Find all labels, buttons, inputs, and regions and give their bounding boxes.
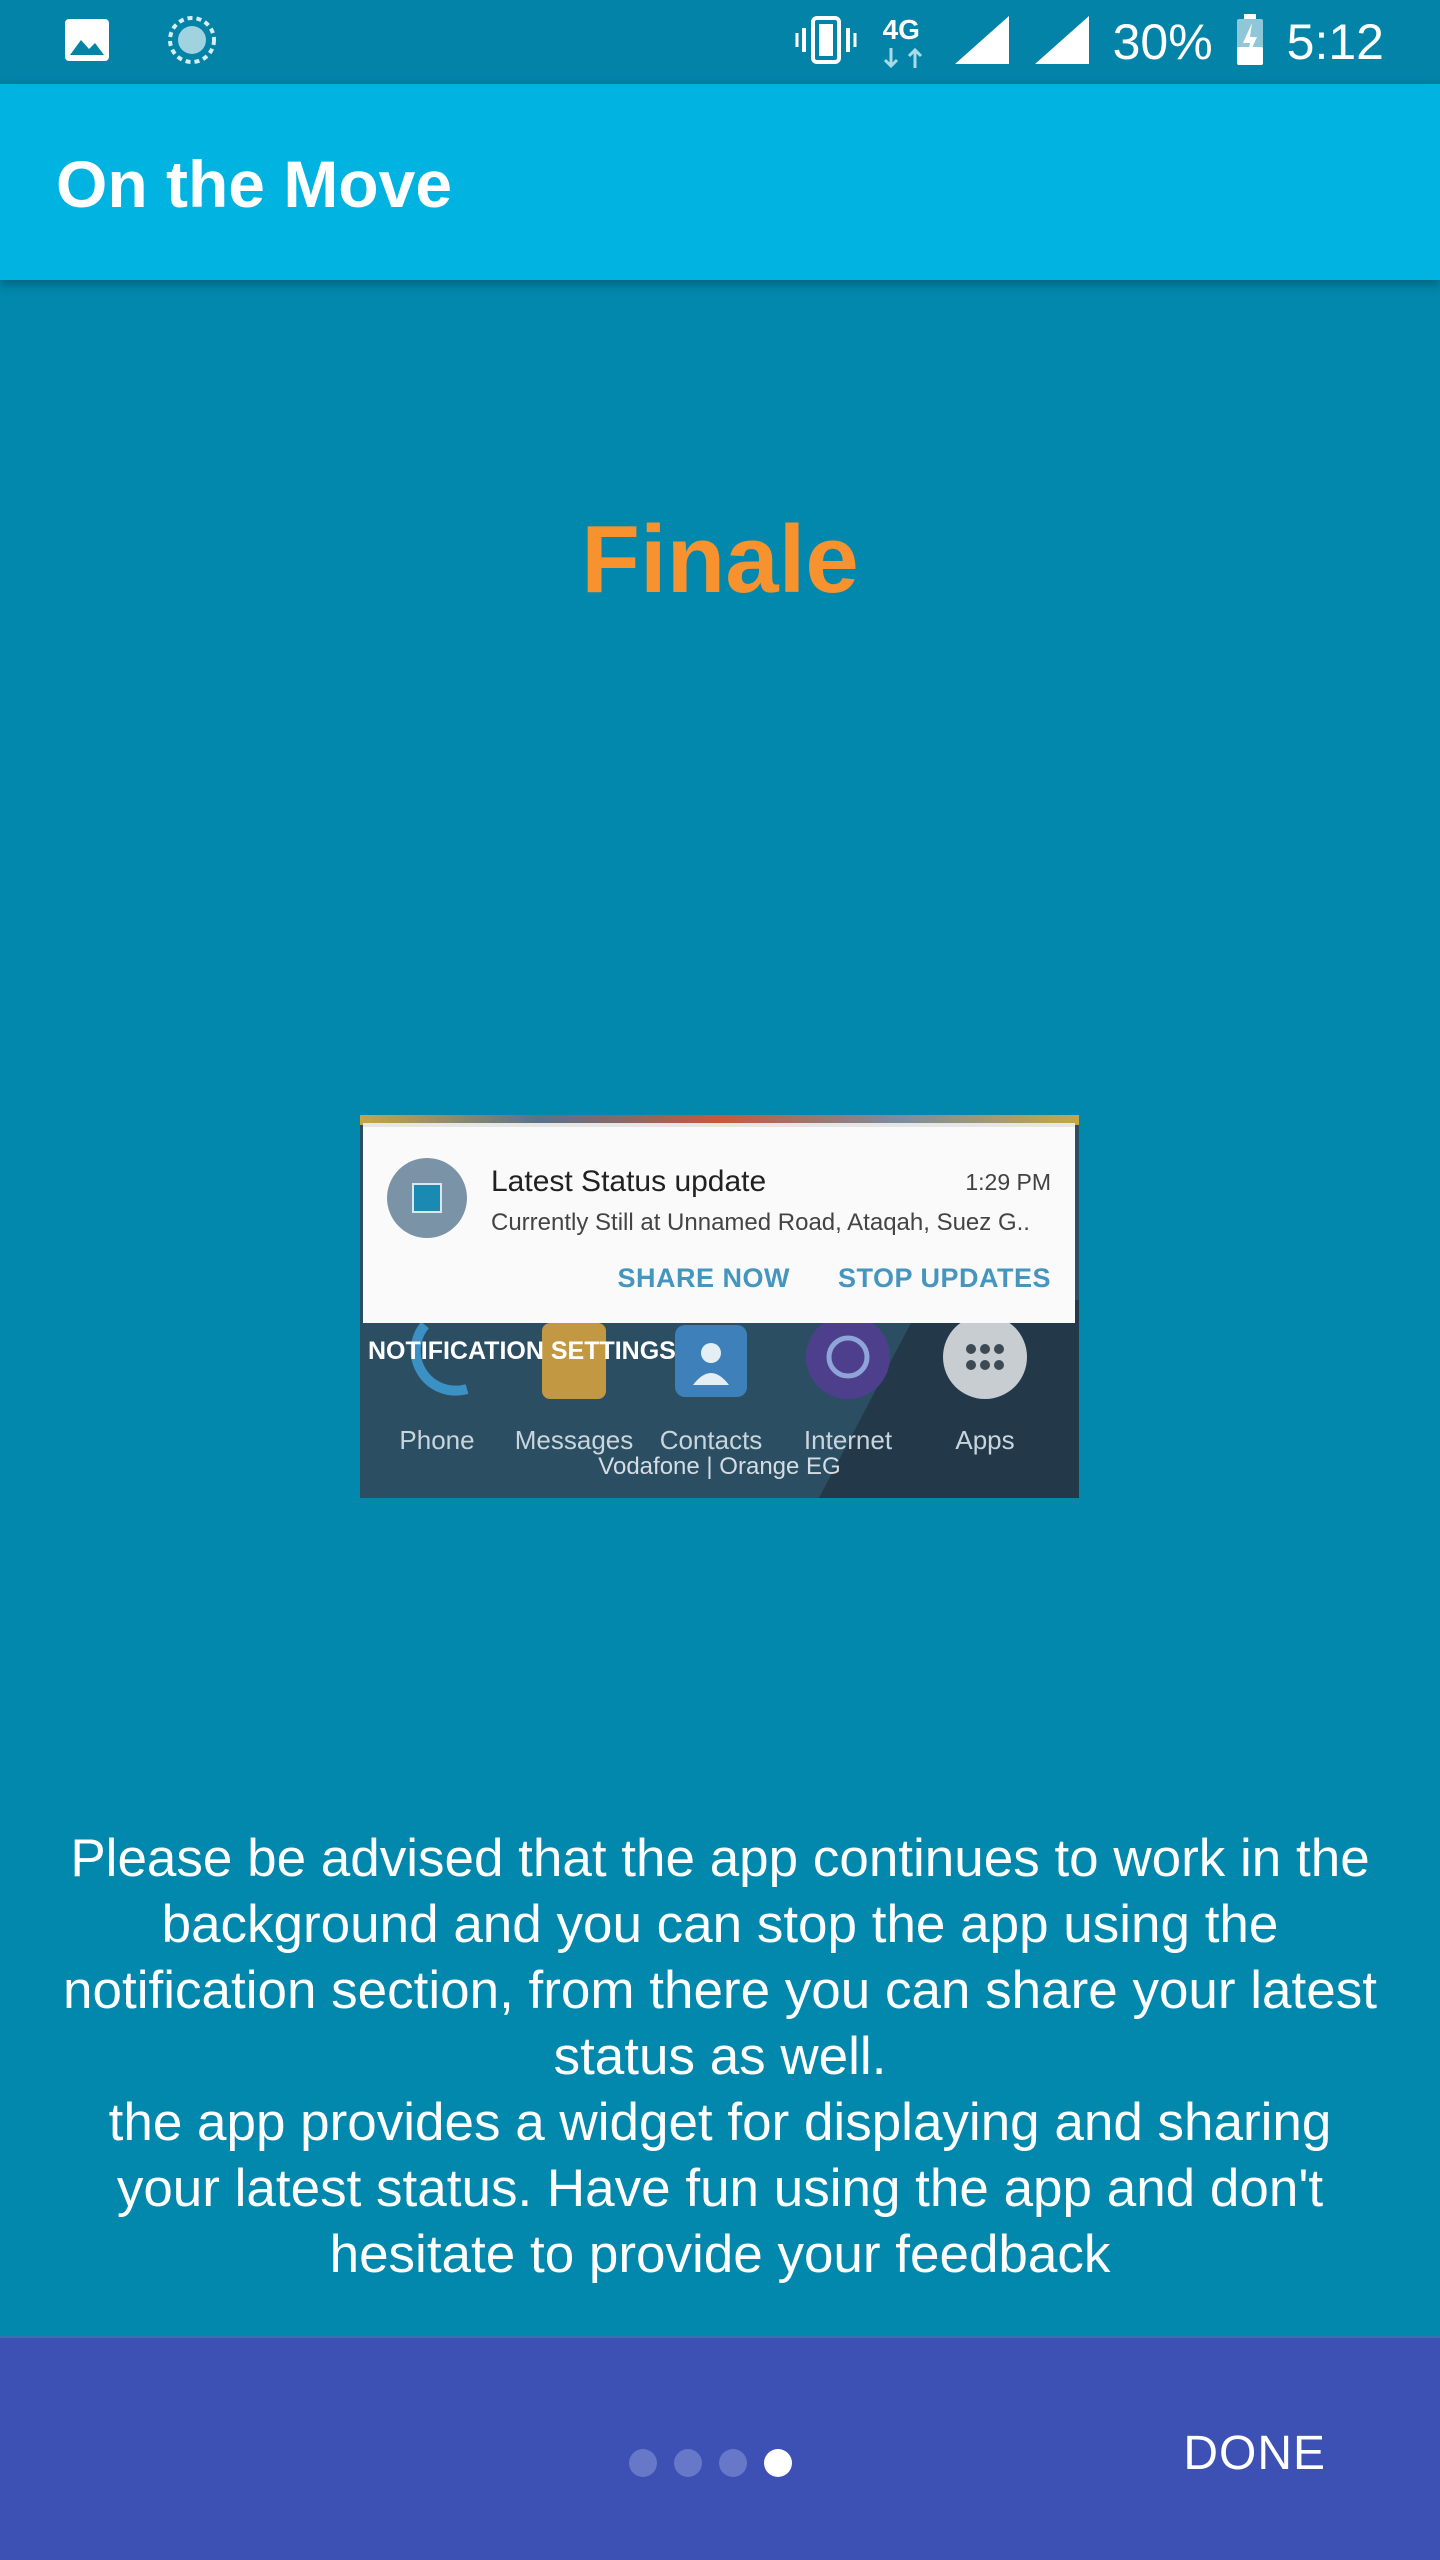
page-dot[interactable]: [719, 2449, 747, 2477]
page-indicator: [629, 2449, 792, 2477]
done-button[interactable]: DONE: [1183, 2426, 1326, 2481]
dock-label: Apps: [955, 1425, 1015, 1455]
share-now-action: SHARE NOW: [617, 1263, 790, 1293]
notification-preview-image: Phone Messages Contacts Internet Apps NO…: [360, 1115, 1079, 1498]
dock-item-internet: Internet: [780, 1315, 916, 1456]
signal-icon: [953, 14, 1011, 71]
carrier-label: Vodafone | Orange EG: [598, 1453, 841, 1480]
battery-percent: 30%: [1112, 14, 1213, 70]
image-icon: [64, 18, 110, 67]
battery-charging-icon: [1235, 13, 1265, 72]
network-4g-icon: 4G: [879, 12, 931, 72]
vibrate-icon: [795, 14, 857, 71]
contacts-icon: [669, 1315, 753, 1399]
page-dot[interactable]: [674, 2449, 702, 2477]
dock-label: Phone: [399, 1425, 475, 1455]
dock-label: Internet: [803, 1425, 893, 1455]
stop-updates-action: STOP UPDATES: [837, 1263, 1051, 1293]
description-paragraph-2: the app provides a widget for displaying…: [108, 2093, 1332, 2284]
app-title: On the Move: [56, 147, 453, 221]
status-bar: 4G 30% 5:12: [0, 0, 1440, 84]
signal-icon-2: [1033, 14, 1091, 71]
apps-icon: [943, 1315, 1027, 1399]
slide-title: Finale: [581, 506, 859, 613]
description-paragraph-1: Please be advised that the app continues…: [63, 1829, 1377, 2086]
app-avatar-icon: [387, 1158, 467, 1238]
bottom-navigation: DONE: [0, 2336, 1440, 2560]
notification-time: 1:29 PM: [965, 1169, 1051, 1195]
notification-actions: SHARE NOW STOP UPDATES: [617, 1263, 1051, 1294]
notification-settings-label: NOTIFICATION SETTINGS: [368, 1337, 676, 1365]
notification-body: Currently Still at Unnamed Road, Ataqah,…: [491, 1209, 1030, 1236]
internet-icon: [806, 1315, 890, 1399]
notification-card: Latest Status update 1:29 PM Currently S…: [363, 1123, 1075, 1323]
clock: 5:12: [1286, 14, 1384, 70]
app-logo-icon: [412, 1183, 442, 1213]
dock-item-apps: Apps: [917, 1315, 1053, 1456]
page-dot-active[interactable]: [764, 2449, 792, 2477]
page-dot[interactable]: [629, 2449, 657, 2477]
network-label: 4G: [882, 14, 920, 45]
notification-title: Latest Status update: [491, 1165, 767, 1198]
dock-label: Contacts: [659, 1425, 763, 1455]
description-text: Please be advised that the app continues…: [60, 1826, 1380, 2288]
dock-label: Messages: [514, 1425, 634, 1455]
loading-icon: [166, 14, 218, 71]
app-bar: On the Move: [0, 84, 1440, 280]
